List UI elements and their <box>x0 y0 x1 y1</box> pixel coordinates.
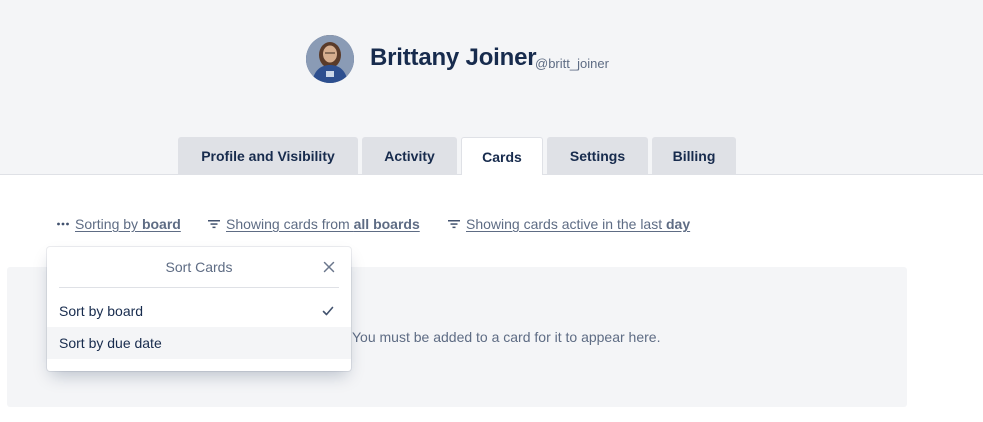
tab-profile-and-visibility[interactable]: Profile and Visibility <box>178 137 358 174</box>
profile-name: Brittany Joiner <box>370 44 537 71</box>
profile-cards-page: Brittany Joiner @britt_joiner Profile an… <box>0 0 983 422</box>
sort-option-label: Sort by due date <box>59 335 162 351</box>
checkmark-icon <box>321 304 335 318</box>
profile-handle: @britt_joiner <box>535 56 609 71</box>
sort-cards-popover: Sort Cards Sort by board Sort by due dat… <box>47 247 351 371</box>
tab-activity[interactable]: Activity <box>362 137 457 174</box>
profile-header: Brittany Joiner @britt_joiner Profile an… <box>0 0 983 175</box>
sort-option-due-date[interactable]: Sort by due date <box>47 327 351 359</box>
tab-settings[interactable]: Settings <box>547 137 648 174</box>
sort-filter-value: board <box>141 216 181 232</box>
popover-divider <box>59 287 339 288</box>
sort-filter-prefix: Sorting by <box>75 216 142 232</box>
sort-option-label: Sort by board <box>59 303 144 319</box>
boards-filter-link[interactable]: Showing cards from all boards <box>207 216 420 232</box>
boards-filter-prefix: Showing cards from <box>226 216 354 232</box>
tab-cards[interactable]: Cards <box>461 137 543 175</box>
empty-state-message: You must be added to a card for it to ap… <box>352 329 661 345</box>
active-filter-prefix: Showing cards active in the last <box>466 216 666 232</box>
active-filter-value: day <box>666 216 691 232</box>
sort-option-board[interactable]: Sort by board <box>47 295 351 327</box>
more-dots-icon <box>56 217 70 231</box>
close-icon[interactable] <box>321 259 337 275</box>
avatar[interactable] <box>306 35 354 83</box>
boards-filter-value: all boards <box>353 216 420 232</box>
filter-icon <box>207 217 221 231</box>
sort-filter-link[interactable]: Sorting by board <box>56 216 181 232</box>
popover-title: Sort Cards <box>165 259 233 275</box>
filter-icon <box>447 217 461 231</box>
active-filter-link[interactable]: Showing cards active in the last day <box>447 216 690 232</box>
tab-billing[interactable]: Billing <box>652 137 736 174</box>
